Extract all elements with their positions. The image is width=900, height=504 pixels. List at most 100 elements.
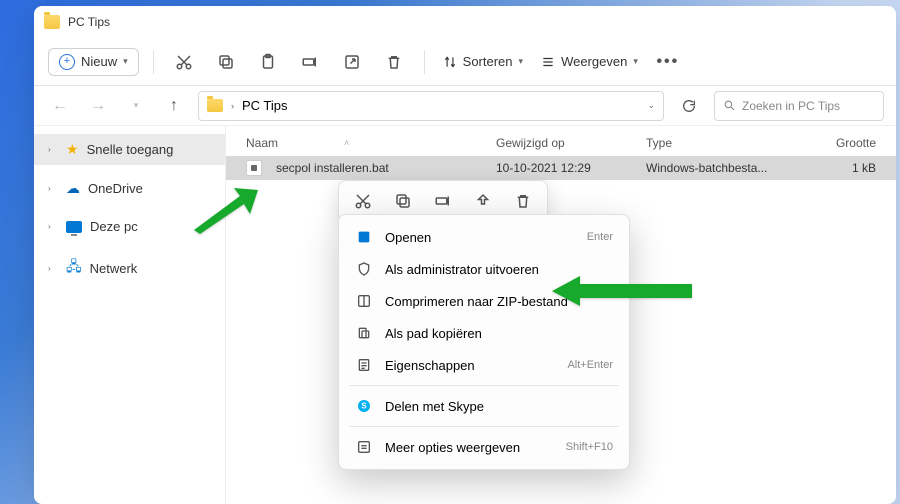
more-options-icon [355,439,373,455]
body: › ★ Snelle toegang › ☁ OneDrive › Deze p… [34,126,896,504]
sort-indicator-icon: ˄ [344,138,349,148]
cut-icon[interactable] [168,46,200,78]
more-icon[interactable]: ••• [652,46,684,78]
sidebar-item-this-pc[interactable]: › Deze pc [34,212,225,241]
expand-icon: › [48,264,58,273]
menu-shortcut: Alt+Enter [567,359,613,371]
menu-label: Als administrator uitvoeren [385,262,539,277]
separator [153,50,154,74]
sort-button[interactable]: Sorteren ▾ [439,54,527,69]
view-button[interactable]: Weergeven ▾ [537,54,642,69]
up-button[interactable]: ↑ [160,92,188,120]
menu-label: Delen met Skype [385,399,484,414]
rename-icon[interactable] [429,187,457,215]
menu-label: Als pad kopiëren [385,326,482,341]
search-input[interactable]: Zoeken in PC Tips [714,91,884,121]
expand-icon: › [48,184,58,193]
chevron-down-icon[interactable]: ⌄ [647,100,655,111]
chevron-right-icon: › [231,101,234,111]
share-icon[interactable] [469,187,497,215]
delete-icon[interactable] [509,187,537,215]
file-pane: Naam˄ Gewijzigd op Type Grootte secpol i… [226,126,896,504]
back-button[interactable]: ← [46,92,74,120]
menu-open[interactable]: Openen Enter [339,221,629,253]
file-size: 1 kB [796,161,876,175]
bat-file-icon [246,160,262,176]
menu-label: Meer opties weergeven [385,440,520,455]
cut-icon[interactable] [349,187,377,215]
column-headers: Naam˄ Gewijzigd op Type Grootte [226,126,896,156]
forward-button[interactable]: → [84,92,112,120]
file-name: secpol installeren.bat [276,161,389,175]
window-title: PC Tips [68,15,110,29]
paste-icon[interactable] [252,46,284,78]
folder-icon [207,99,223,112]
copy-icon[interactable] [210,46,242,78]
col-modified[interactable]: Gewijzigd op [496,136,646,150]
sidebar-item-quick-access[interactable]: › ★ Snelle toegang [34,134,225,165]
sidebar-item-label: OneDrive [88,181,143,196]
titlebar: PC Tips [34,6,896,38]
menu-more-options[interactable]: Meer opties weergeven Shift+F10 [339,431,629,463]
menu-compress-zip[interactable]: Comprimeren naar ZIP-bestand [339,285,629,317]
col-type[interactable]: Type [646,136,796,150]
sidebar-item-onedrive[interactable]: › ☁ OneDrive [34,173,225,204]
context-menu: Openen Enter Als administrator uitvoeren… [338,214,630,470]
view-label: Weergeven [561,54,627,69]
svg-text:S: S [361,402,367,411]
chevron-down-icon: ▾ [633,56,638,67]
explorer-window: PC Tips + Nieuw ▾ Sorteren ▾ Weergeven ▾… [34,6,896,504]
new-label: Nieuw [81,54,117,69]
skype-icon: S [355,398,373,414]
menu-label: Eigenschappen [385,358,475,373]
sidebar-item-label: Snelle toegang [87,142,174,157]
sort-label: Sorteren [463,54,513,69]
address-bar: ← → ▾ ↑ › PC Tips ⌄ Zoeken in PC Tips [34,86,896,126]
sidebar-item-label: Deze pc [90,219,138,234]
monitor-icon [66,221,82,233]
col-name[interactable]: Naam˄ [246,136,496,150]
sidebar-item-network[interactable]: › 🖧 Netwerk [34,249,225,287]
menu-run-as-admin[interactable]: Als administrator uitvoeren [339,253,629,285]
delete-icon[interactable] [378,46,410,78]
breadcrumb-location: PC Tips [242,98,288,113]
breadcrumb[interactable]: › PC Tips ⌄ [198,91,664,121]
file-type: Windows-batchbesta... [646,161,796,175]
menu-skype-share[interactable]: S Delen met Skype [339,390,629,422]
cloud-icon: ☁ [66,180,80,197]
refresh-button[interactable] [674,91,704,121]
expand-icon: › [48,222,58,231]
open-icon [355,229,373,245]
menu-copy-path[interactable]: Als pad kopiëren [339,317,629,349]
chevron-down-icon: ▾ [123,56,128,67]
col-size[interactable]: Grootte [796,136,876,150]
search-placeholder: Zoeken in PC Tips [742,99,840,113]
separator [424,50,425,74]
share-icon[interactable] [336,46,368,78]
menu-label: Openen [385,230,431,245]
rename-icon[interactable] [294,46,326,78]
menu-separator [349,426,619,427]
view-icon [541,55,555,69]
new-button[interactable]: + Nieuw ▾ [48,48,139,76]
toolbar: + Nieuw ▾ Sorteren ▾ Weergeven ▾ ••• [34,38,896,86]
chevron-down-icon: ▾ [519,56,524,67]
plus-icon: + [59,54,75,70]
refresh-icon [681,98,697,114]
sort-icon [443,55,457,69]
menu-shortcut: Enter [587,231,613,243]
sidebar-item-label: Netwerk [90,261,138,276]
menu-label: Comprimeren naar ZIP-bestand [385,294,568,309]
copy-icon[interactable] [389,187,417,215]
file-row[interactable]: secpol installeren.bat 10-10-2021 12:29 … [226,156,896,180]
network-icon: 🖧 [66,256,82,280]
folder-icon [44,15,60,29]
search-icon [723,99,736,112]
copy-path-icon [355,325,373,341]
menu-properties[interactable]: Eigenschappen Alt+Enter [339,349,629,381]
file-modified: 10-10-2021 12:29 [496,161,646,175]
zip-icon [355,293,373,309]
menu-separator [349,385,619,386]
shield-icon [355,261,373,277]
recent-button[interactable]: ▾ [122,92,150,120]
